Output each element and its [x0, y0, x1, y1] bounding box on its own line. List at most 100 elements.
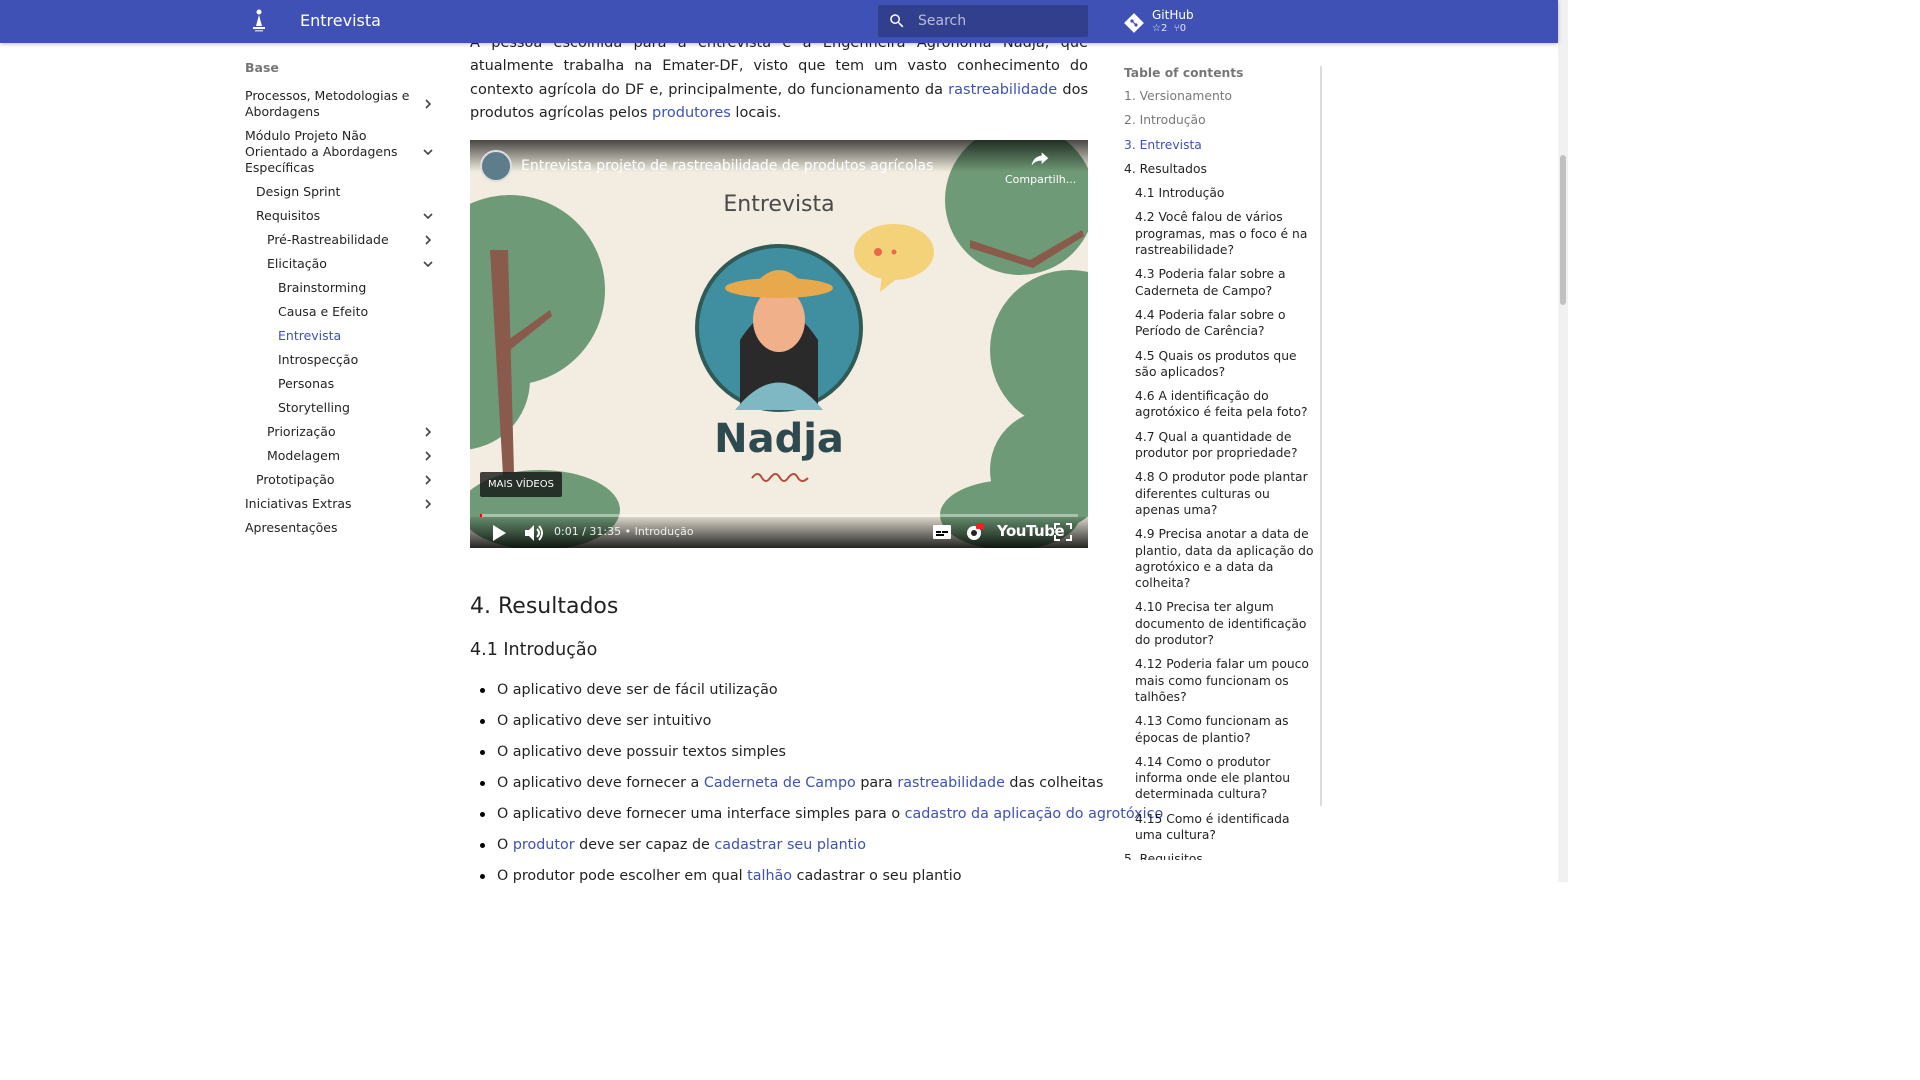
chevron-right-icon [425, 427, 432, 437]
nav-item-processos[interactable]: Processos, Metodologias e Abordagens [245, 84, 440, 124]
nav-item-pre-rastreabilidade[interactable]: Pré-Rastreabilidade [245, 228, 440, 252]
nav-item-priorizacao[interactable]: Priorização [245, 420, 440, 444]
nav-item-prototipacao[interactable]: Prototipação [245, 468, 440, 492]
toc-item[interactable]: 4.8 O produtor pode plantar diferentes c… [1124, 465, 1314, 522]
nav-item-storytelling[interactable]: Storytelling [245, 396, 440, 420]
list-item-text: O [497, 837, 513, 853]
nav-item-label: Entrevista [278, 328, 342, 343]
fullscreen-icon[interactable] [1054, 523, 1072, 541]
nav-item-design-sprint[interactable]: Design Sprint [245, 180, 440, 204]
video-person-name: Nadja [714, 416, 844, 462]
toc-item[interactable]: 4. Resultados [1124, 157, 1314, 181]
toc-item[interactable]: 4.6 A identificação do agrotóxico é feit… [1124, 384, 1314, 425]
toc-scroll-track [1320, 66, 1322, 806]
nav-item-brainstorming[interactable]: Brainstorming [245, 276, 440, 300]
toc-item[interactable]: 1. Versionamento [1124, 84, 1314, 108]
nav-item-label: Apresentações [245, 520, 338, 535]
link-produtores[interactable]: produtores [652, 105, 731, 121]
chevron-down-icon [423, 261, 433, 268]
nav-item-introspeccao[interactable]: Introspecção [245, 348, 440, 372]
youtube-video-embed[interactable]: Entrevista projeto de rastreabilidade de… [470, 140, 1088, 548]
list-item-text: para [855, 775, 898, 791]
link-rastreabilidade[interactable]: rastreabilidade [897, 775, 1005, 791]
toc-item[interactable]: 4.14 Como o produtor informa onde ele pl… [1124, 750, 1314, 807]
chevron-right-icon [425, 235, 432, 245]
primary-nav: Base Processos, Metodologias e Abordagen… [245, 60, 440, 540]
list-item-text: O aplicativo deve fornecer uma interface… [497, 806, 905, 822]
nav-item-personas[interactable]: Personas [245, 372, 440, 396]
scrollbar-thumb[interactable] [1560, 155, 1566, 305]
link-talhao[interactable]: talhão [747, 868, 792, 884]
nav-item-label: Iniciativas Extras [245, 496, 352, 511]
toc-item[interactable]: 4.4 Poderia falar sobre o Período de Car… [1124, 303, 1314, 344]
section-heading: 4. Resultados [470, 594, 619, 619]
toc-item[interactable]: 4.13 Como funcionam as épocas de plantio… [1124, 709, 1314, 750]
list-item-text: O aplicativo deve fornecer a [497, 775, 704, 791]
list-item-text: O aplicativo deve ser de fácil utilizaçã… [497, 682, 778, 698]
nav-item-requisitos[interactable]: Requisitos [245, 204, 440, 228]
link-produtor[interactable]: produtor [513, 837, 575, 853]
subtitles-icon[interactable] [932, 523, 952, 541]
toc-item[interactable]: 4.15 Como é identificada uma cultura? [1124, 807, 1314, 848]
settings-gear-icon[interactable] [964, 523, 984, 543]
video-chapter[interactable]: Introdução [635, 525, 694, 538]
nav-item-label: Processos, Metodologias e Abordagens [245, 88, 410, 119]
toc-item[interactable]: 4.5 Quais os produtos que são aplicados? [1124, 344, 1314, 385]
nav-item-label: Elicitação [267, 256, 327, 271]
intro-text: locais. [730, 104, 782, 121]
toc-item[interactable]: 4.7 Qual a quantidade de produtor por pr… [1124, 425, 1314, 466]
nav-item-label: Personas [278, 376, 335, 391]
share-button[interactable]: Compartilh... [1005, 150, 1077, 186]
toc-item[interactable]: 2. Introdução [1124, 108, 1314, 132]
channel-avatar[interactable] [480, 150, 512, 182]
toc-item[interactable]: 4.2 Você falou de vários programas, mas … [1124, 205, 1314, 262]
site-logo[interactable] [250, 8, 268, 34]
nav-item-label: Introspecção [278, 352, 359, 367]
search-box[interactable]: Search [878, 5, 1088, 37]
nav-item-apresentacoes[interactable]: Apresentações [245, 516, 440, 540]
nav-item-label: Módulo Projeto Não Orientado a Abordagen… [245, 128, 398, 175]
page-scrollbar[interactable] [1558, 0, 1568, 882]
nav-item-elicitacao[interactable]: Elicitação [245, 252, 440, 276]
toc-fade [1110, 860, 1330, 882]
requirements-list: O aplicativo deve ser de fácil utilizaçã… [480, 680, 1163, 897]
link-caderneta-de-campo[interactable]: Caderneta de Campo [704, 775, 856, 791]
toc-item[interactable]: 4.10 Precisa ter algum documento de iden… [1124, 595, 1314, 652]
toc-item[interactable]: 4.12 Poderia falar um pouco mais como fu… [1124, 652, 1314, 709]
nav-item-iniciativas-extras[interactable]: Iniciativas Extras [245, 492, 440, 516]
toc-title: Table of contents [1124, 66, 1244, 80]
chevron-down-icon [423, 213, 433, 220]
share-label: Compartilh... [1005, 173, 1077, 186]
git-icon [1124, 13, 1144, 33]
toc-item[interactable]: 4.9 Precisa anotar a data de plantio, da… [1124, 522, 1314, 595]
nav-item-label: Brainstorming [278, 280, 367, 295]
list-item: O aplicativo deve possuir textos simples [480, 742, 1097, 773]
list-item: O produtor deve ser capaz de cadastrar s… [480, 835, 1097, 866]
link-rastreabilidade[interactable]: rastreabilidade [948, 82, 1057, 98]
more-videos-button[interactable]: MAIS VÍDEOS [480, 472, 562, 497]
top-header: Entrevista Search GitHub ☆2 ⑂0 [0, 0, 1558, 43]
toc-item[interactable]: 4.1 Introdução [1124, 181, 1314, 205]
list-item-text: O aplicativo deve possuir textos simples [497, 744, 786, 760]
list-item: O aplicativo deve fornecer uma interface… [480, 804, 1163, 835]
list-item: O aplicativo deve ser de fácil utilizaçã… [480, 680, 1097, 711]
search-input[interactable]: Search [918, 13, 966, 29]
toc-item[interactable]: 4.3 Poderia falar sobre a Caderneta de C… [1124, 262, 1314, 303]
video-title[interactable]: Entrevista projeto de rastreabilidade de… [521, 158, 933, 174]
volume-icon[interactable] [523, 523, 545, 543]
table-of-contents: Table of contents 1. Versionamento 2. In… [1124, 60, 1314, 872]
video-controls: 0:01 / 31:35 • Introdução YouTube [470, 517, 1088, 548]
nav-item-entrevista[interactable]: Entrevista [245, 324, 440, 348]
list-item-text: cadastrar o seu plantio [792, 868, 962, 884]
list-item-text: das colheitas [1004, 775, 1104, 791]
star-icon: ☆ [1152, 23, 1161, 34]
list-item-text: O produtor pode escolher em qual [497, 868, 748, 884]
nav-item-modelagem[interactable]: Modelagem [245, 444, 440, 468]
link-cadastrar-plantio[interactable]: cadastrar seu plantio [714, 837, 866, 853]
nav-item-label: Storytelling [278, 400, 350, 415]
play-icon[interactable] [490, 523, 508, 543]
toc-item-active[interactable]: 3. Entrevista [1124, 133, 1314, 157]
nav-item-causa-efeito[interactable]: Causa e Efeito [245, 300, 440, 324]
nav-item-modulo[interactable]: Módulo Projeto Não Orientado a Abordagen… [245, 124, 440, 180]
chevron-down-icon [423, 149, 433, 156]
